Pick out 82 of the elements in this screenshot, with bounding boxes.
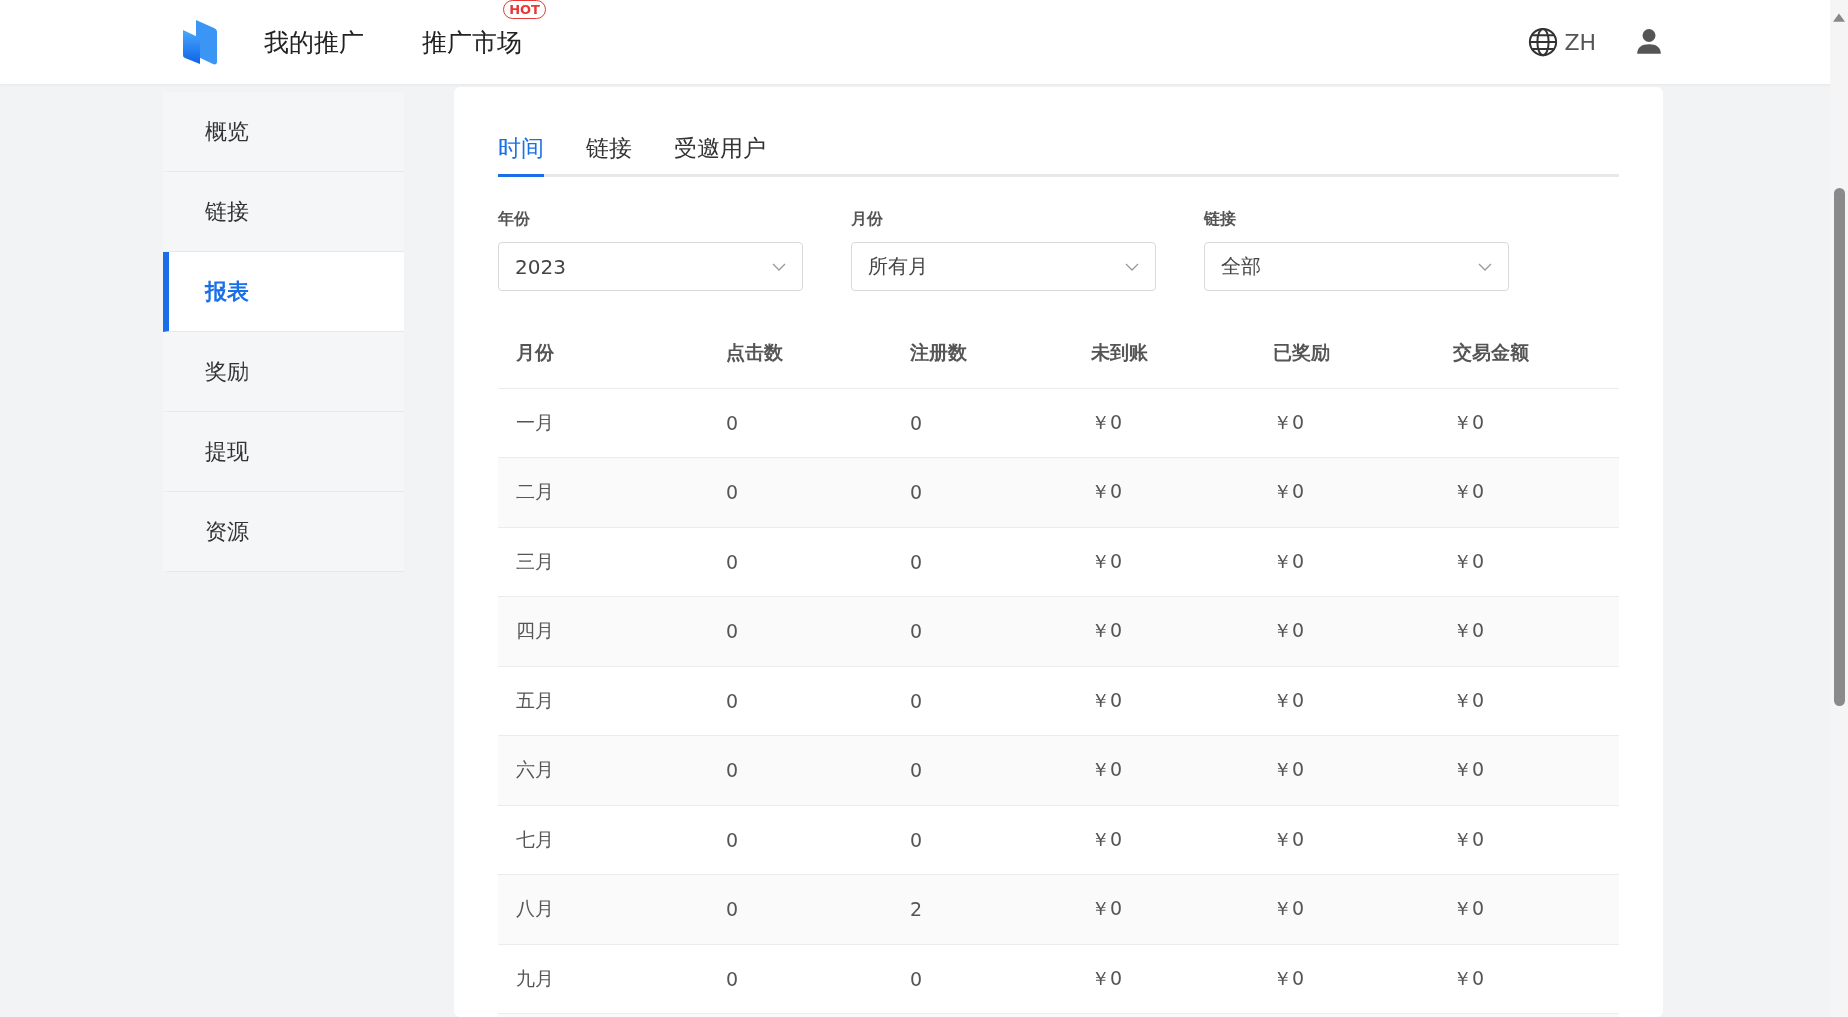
table-cell-text: 0	[725, 411, 740, 434]
table-cell-text: 0	[909, 689, 924, 712]
chevron-down-icon	[772, 262, 786, 271]
language-switcher[interactable]: ZH	[1528, 27, 1596, 57]
table-cell-text: 0	[725, 620, 740, 643]
table-cell-text: 0	[725, 967, 740, 990]
table-cell-text: 五月	[515, 687, 555, 713]
table-cell-text: ￥0	[1452, 548, 1486, 574]
table-cell-text: ￥0	[1090, 757, 1124, 783]
table-cell-text: ￥0	[1452, 409, 1486, 435]
table-cell-text: ￥0	[1090, 618, 1124, 644]
table-cell-text: 四月	[515, 618, 555, 644]
table-cell-text: ￥0	[1272, 826, 1306, 852]
table-cell-text: ￥0	[1090, 965, 1124, 991]
table-cell-text: ￥0	[1272, 618, 1306, 644]
table-cell-text: 0	[909, 759, 924, 782]
table-cell-text: ￥0	[1090, 826, 1124, 852]
table-cell-text: 0	[909, 828, 924, 851]
field-label: 链接	[1204, 209, 1237, 230]
logo-icon[interactable]	[182, 18, 218, 66]
tab[interactable]: 链接	[586, 125, 632, 177]
select-field[interactable]: 所有月	[851, 242, 1156, 291]
table-cell-text: 二月	[515, 479, 555, 505]
table-cell-text: 九月	[515, 965, 555, 991]
column-header: 点击数	[725, 340, 784, 366]
column-header: 月份	[515, 340, 555, 366]
table-cell-text: 0	[725, 481, 740, 504]
table-cell-text: 0	[909, 967, 924, 990]
nav-link[interactable]: 推广市场	[422, 27, 522, 57]
table-cell-text: 六月	[515, 757, 555, 783]
hot-badge: HOT	[503, 0, 546, 19]
table-cell-text: ￥0	[1272, 409, 1306, 435]
select-field[interactable]: 全部	[1204, 242, 1509, 291]
table-cell-text: ￥0	[1090, 479, 1124, 505]
chevron-down-icon	[1125, 262, 1139, 271]
table-cell-text: 2	[909, 898, 924, 921]
table-cell-text: ￥0	[1090, 409, 1124, 435]
column-header: 交易金额	[1452, 340, 1530, 366]
select-field[interactable]: 2023	[498, 242, 803, 291]
table-cell-text: 0	[725, 689, 740, 712]
globe-icon	[1528, 27, 1559, 57]
table-cell-text: ￥0	[1452, 479, 1486, 505]
tab[interactable]: 时间	[498, 125, 544, 177]
table-cell-text: 一月	[515, 409, 555, 435]
table-cell-text: ￥0	[1452, 896, 1486, 922]
table-cell-text: 0	[909, 481, 924, 504]
table-cell-text: ￥0	[1272, 479, 1306, 505]
table-cell-text: ￥0	[1272, 965, 1306, 991]
scroll-up-icon[interactable]	[1833, 12, 1845, 22]
table-cell-text: ￥0	[1272, 757, 1306, 783]
table-cell-text: 0	[725, 550, 740, 573]
table-cell-text: 0	[909, 411, 924, 434]
table-cell-text: 三月	[515, 548, 555, 574]
scrollbar-thumb[interactable]	[1833, 188, 1845, 706]
table-cell-text: ￥0	[1452, 826, 1486, 852]
table-cell-text: 0	[725, 759, 740, 782]
table-cell-text: 0	[725, 828, 740, 851]
table-cell-text: ￥0	[1452, 965, 1486, 991]
table-cell-text: ￥0	[1272, 687, 1306, 713]
table-cell-text: ￥0	[1272, 548, 1306, 574]
column-header: 已奖励	[1272, 340, 1331, 366]
table-cell-text: ￥0	[1090, 896, 1124, 922]
sidebar-item[interactable]: 报表	[163, 252, 404, 332]
table-cell-text: ￥0	[1452, 618, 1486, 644]
table-cell-text: 0	[725, 898, 740, 921]
table-cell-text: 七月	[515, 826, 555, 852]
chevron-down-icon	[1478, 262, 1492, 271]
table-cell-text: ￥0	[1452, 687, 1486, 713]
field-label: 月份	[851, 209, 884, 230]
table-cell-text: 0	[909, 550, 924, 573]
table-cell-text: ￥0	[1090, 548, 1124, 574]
table-cell-text: ￥0	[1272, 896, 1306, 922]
column-header: 注册数	[909, 340, 968, 366]
tab[interactable]: 受邀用户	[674, 125, 766, 177]
table-cell-text: 八月	[515, 896, 555, 922]
table-cell-text: ￥0	[1090, 687, 1124, 713]
field-label: 年份	[498, 209, 531, 230]
table-cell-text: ￥0	[1452, 757, 1486, 783]
column-header: 未到账	[1090, 340, 1149, 366]
user-icon[interactable]	[1636, 28, 1662, 56]
table-cell-text: 0	[909, 620, 924, 643]
nav-link[interactable]: 我的推广	[264, 27, 364, 57]
